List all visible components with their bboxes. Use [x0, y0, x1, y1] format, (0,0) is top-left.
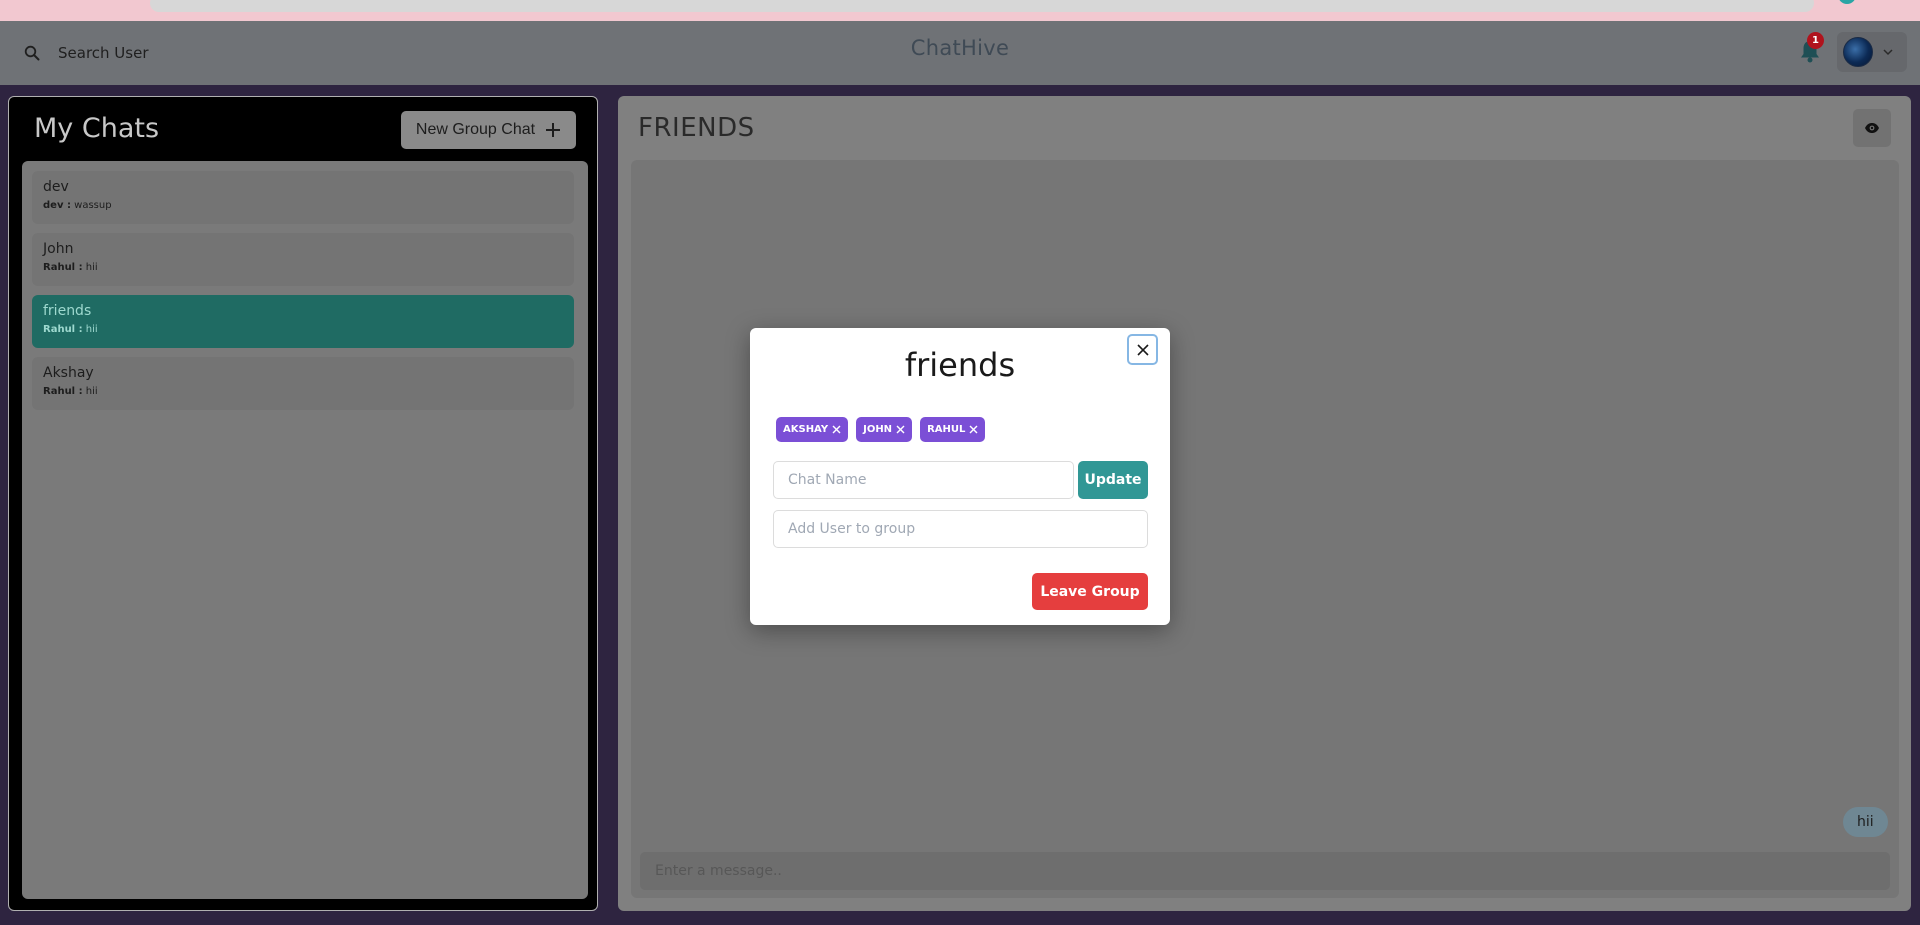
member-tag-label: AKSHAY [783, 424, 829, 435]
chat-list: dev dev : wassup John Rahul : hii friend… [22, 161, 588, 899]
chat-item-sender: dev : [43, 200, 71, 211]
chat-item-message: hii [85, 262, 98, 273]
close-icon [1136, 343, 1149, 356]
chat-item-message: hii [85, 386, 98, 397]
add-user-input[interactable] [773, 510, 1148, 548]
group-settings-modal: friends AKSHAY JOHN RAHUL Chat Name Upda… [750, 328, 1170, 625]
chat-item-name: Akshay [43, 365, 94, 381]
chat-item-name: dev [43, 179, 69, 195]
message-input[interactable] [640, 852, 1890, 890]
plus-icon [546, 123, 561, 137]
chat-item-sender: Rahul : [43, 262, 83, 273]
notification-badge: 1 [1807, 32, 1824, 49]
member-tags: AKSHAY JOHN RAHUL [776, 417, 986, 442]
remove-member-icon[interactable] [896, 425, 905, 434]
chevron-down-icon [1883, 49, 1893, 56]
remove-member-icon[interactable] [832, 425, 841, 434]
member-tag-label: JOHN [863, 424, 893, 435]
chat-item-name: friends [43, 303, 92, 319]
close-modal-button[interactable] [1127, 334, 1158, 365]
app-header: Search User ChatHive 1 [0, 21, 1920, 85]
chat-item-akshay[interactable]: Akshay Rahul : hii [32, 357, 574, 410]
chat-item-message: hii [85, 324, 98, 335]
chat-item-message: wassup [74, 200, 112, 211]
app-title: ChatHive [910, 36, 1010, 60]
browser-toolbar [0, 0, 1920, 21]
eye-icon [1865, 123, 1879, 133]
my-chats-panel: My Chats New Group Chat dev dev : wassup… [8, 96, 598, 911]
chat-name-input[interactable] [773, 461, 1074, 499]
chat-item-preview: Rahul : hii [43, 262, 563, 273]
modal-title: friends [904, 346, 1016, 384]
member-tag-akshay[interactable]: AKSHAY [776, 417, 849, 442]
chat-item-john[interactable]: John Rahul : hii [32, 233, 574, 286]
browser-address-bar[interactable] [150, 0, 1814, 12]
remove-member-icon[interactable] [969, 425, 978, 434]
leave-group-button[interactable]: Leave Group [1032, 573, 1148, 610]
chat-item-preview: Rahul : hii [43, 324, 563, 335]
chat-item-name: John [43, 241, 74, 257]
avatar [1843, 37, 1873, 67]
chat-item-sender: Rahul : [43, 324, 83, 335]
browser-profile-icon[interactable] [1838, 0, 1856, 4]
member-tag-label: RAHUL [927, 424, 966, 435]
chat-title: FRIENDS [638, 113, 755, 143]
update-button[interactable]: Update [1078, 461, 1148, 499]
chat-item-sender: Rahul : [43, 386, 83, 397]
profile-menu-button[interactable] [1837, 32, 1907, 72]
chat-item-preview: dev : wassup [43, 200, 563, 211]
my-chats-title: My Chats [34, 113, 160, 144]
new-group-chat-button[interactable]: New Group Chat [401, 111, 576, 149]
chat-item-friends[interactable]: friends Rahul : hii [32, 295, 574, 348]
message-bubble: hii [1843, 807, 1888, 837]
member-tag-rahul[interactable]: RAHUL [920, 417, 986, 442]
new-group-chat-label: New Group Chat [415, 121, 536, 138]
view-group-button[interactable] [1853, 109, 1891, 147]
chat-item-dev[interactable]: dev dev : wassup [32, 171, 574, 224]
chat-item-preview: Rahul : hii [43, 386, 563, 397]
member-tag-john[interactable]: JOHN [856, 417, 913, 442]
